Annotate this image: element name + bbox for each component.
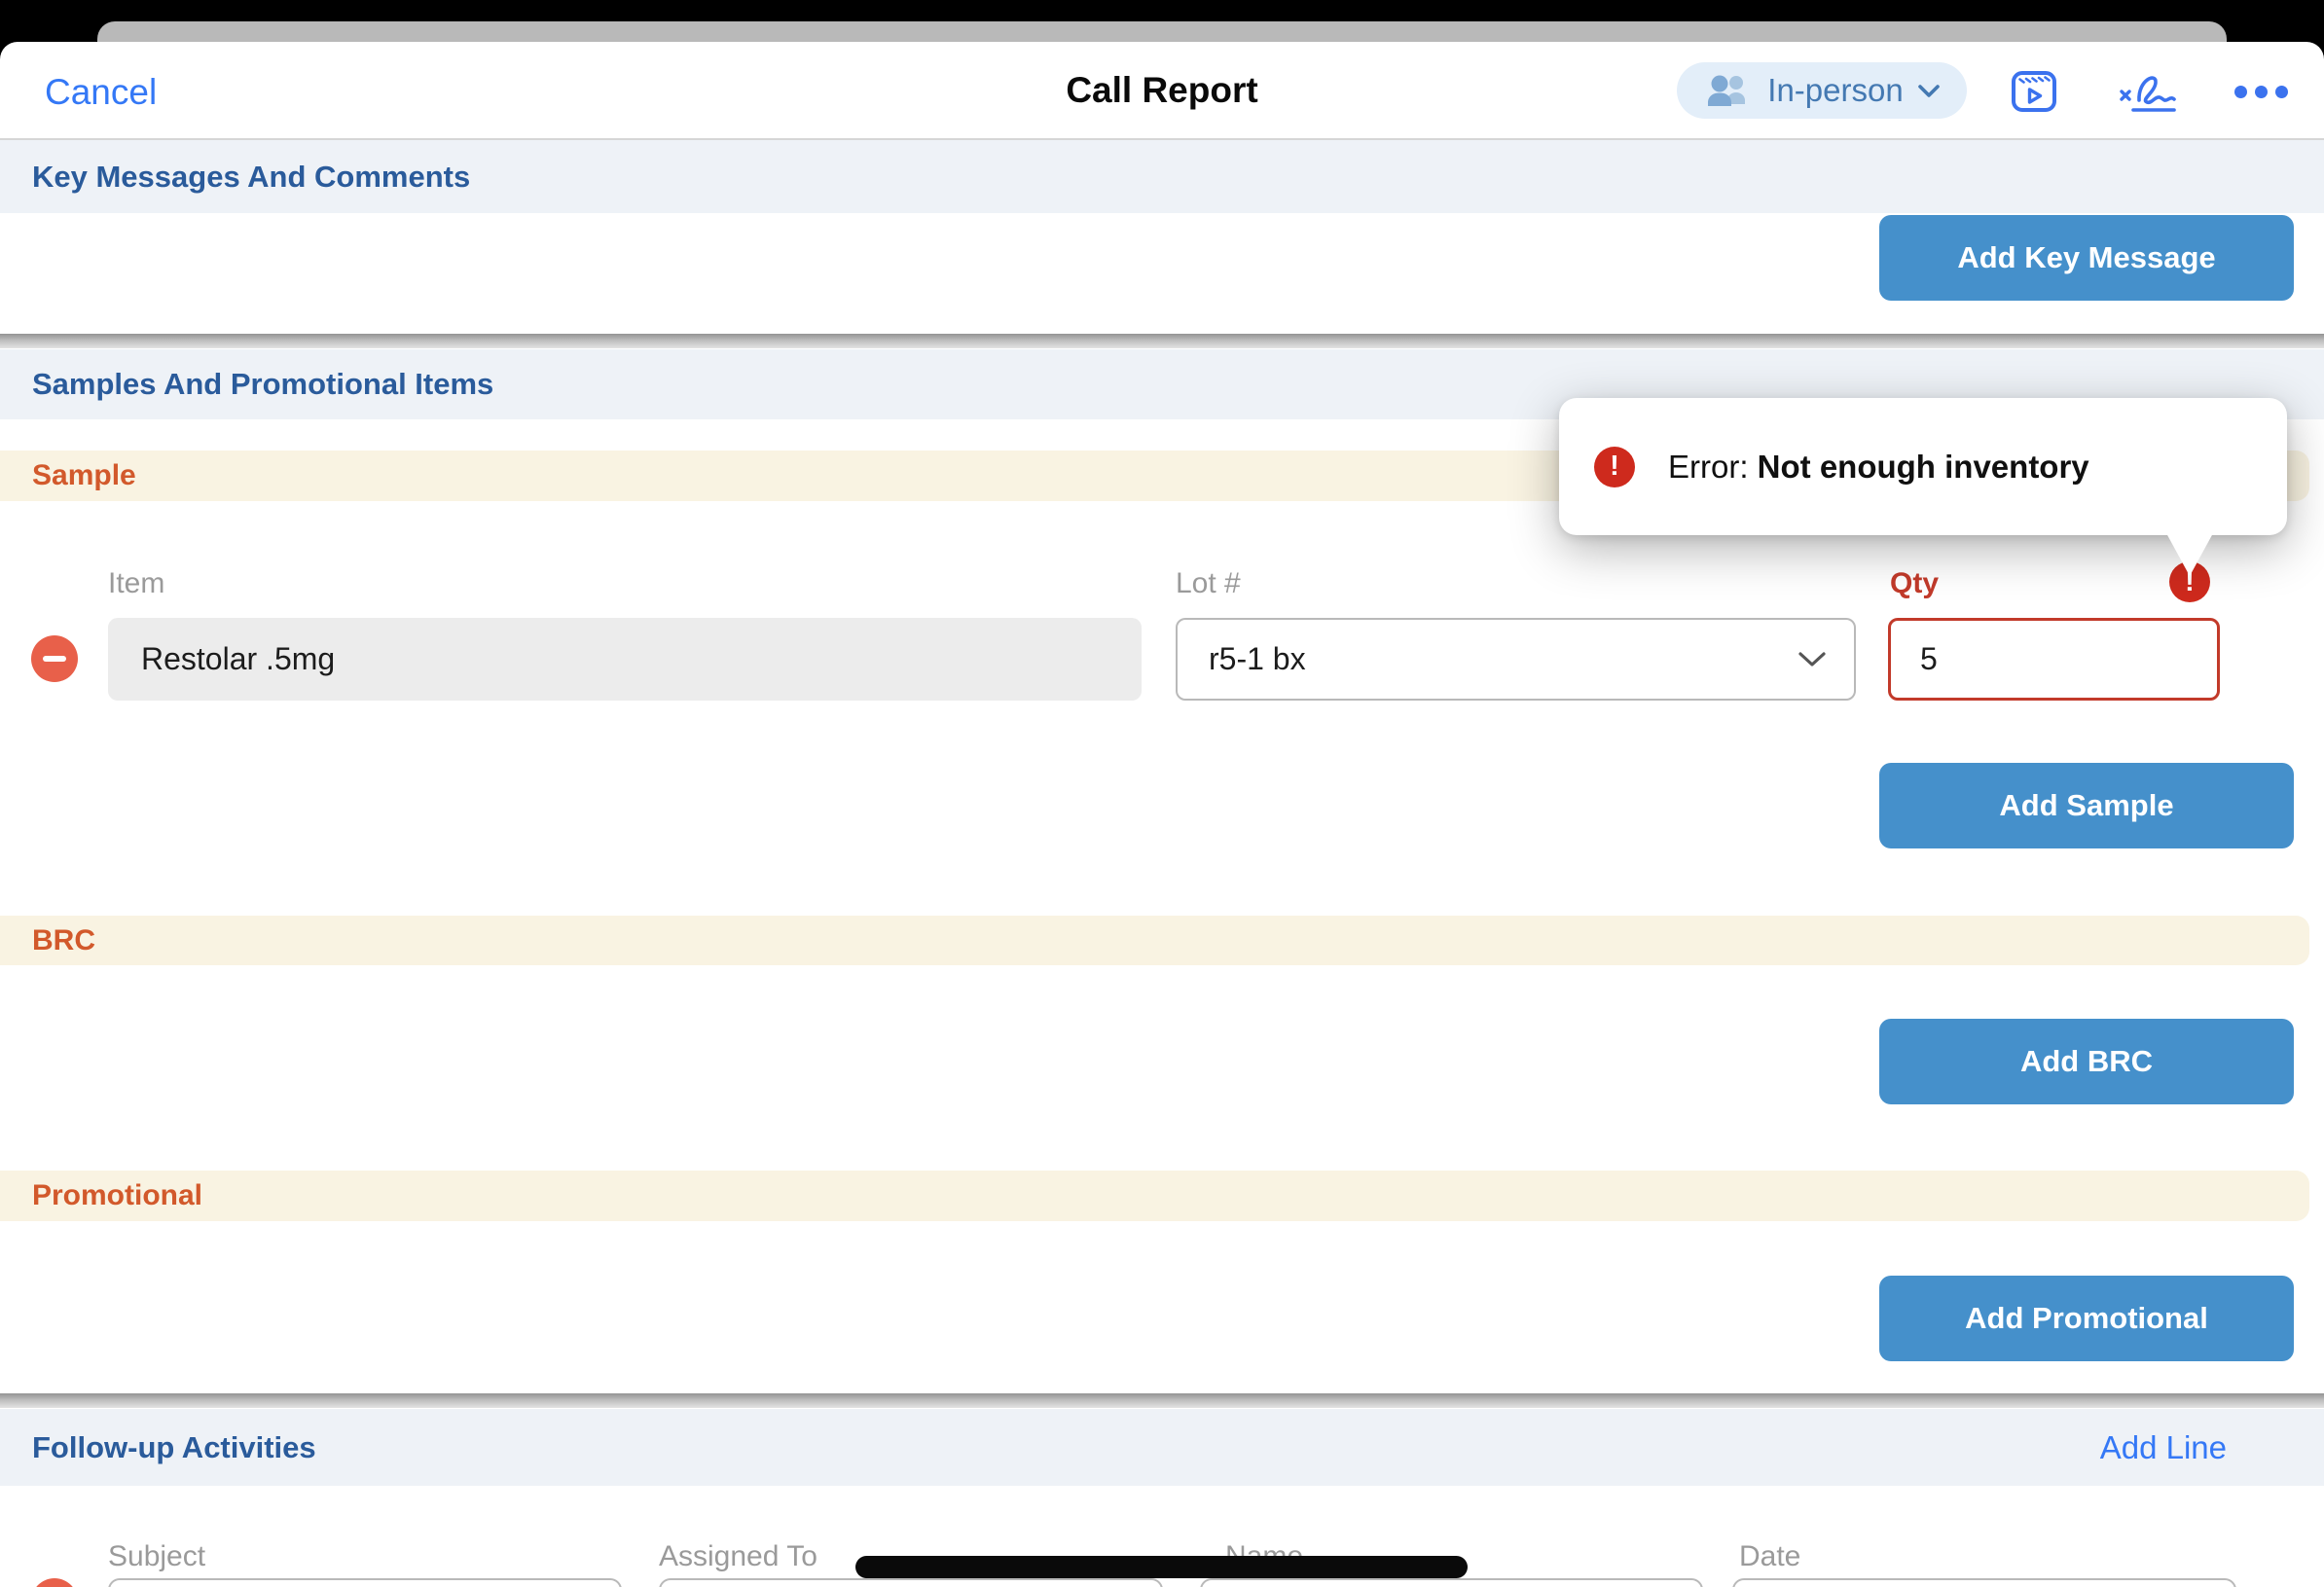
error-tooltip: ! Error: Not enough inventory bbox=[1559, 398, 2287, 535]
section-header-followup: Follow-up Activities Add Line bbox=[0, 1409, 2324, 1486]
subsection-promotional: Promotional bbox=[0, 1171, 2309, 1221]
date-label: Date bbox=[1739, 1540, 1800, 1573]
ellipsis-icon bbox=[2234, 86, 2247, 98]
lot-value: r5-1 bx bbox=[1209, 641, 1306, 677]
section-divider bbox=[0, 1393, 2324, 1408]
add-promotional-button[interactable]: Add Promotional bbox=[1879, 1276, 2294, 1361]
call-report-screen: Cancel Call Report In-person bbox=[0, 0, 2324, 1587]
subsection-brc: BRC bbox=[0, 916, 2309, 965]
date-input[interactable] bbox=[1732, 1578, 2236, 1587]
call-type-label: In-person bbox=[1767, 72, 1903, 109]
people-icon bbox=[1703, 72, 1754, 109]
error-tooltip-text: Error: Not enough inventory bbox=[1668, 449, 2089, 486]
section-title: Follow-up Activities bbox=[32, 1430, 316, 1465]
chevron-down-icon bbox=[1917, 84, 1941, 98]
redaction-bar bbox=[855, 1556, 1468, 1578]
call-type-dropdown[interactable]: In-person bbox=[1677, 62, 1967, 119]
more-options-button[interactable] bbox=[2231, 82, 2291, 101]
section-divider bbox=[0, 334, 2324, 348]
name-input[interactable] bbox=[1200, 1578, 1703, 1587]
section-title: Samples And Promotional Items bbox=[32, 367, 493, 402]
subject-label: Subject bbox=[108, 1540, 205, 1573]
lot-label: Lot # bbox=[1176, 567, 1241, 600]
subsection-label: Sample bbox=[32, 459, 136, 492]
subsection-label: Promotional bbox=[32, 1179, 202, 1212]
qty-input[interactable] bbox=[1888, 618, 2220, 701]
item-label: Item bbox=[108, 567, 164, 600]
page-title: Call Report bbox=[0, 70, 2324, 111]
section-header-key-messages: Key Messages And Comments bbox=[0, 140, 2324, 213]
subject-input[interactable] bbox=[108, 1578, 622, 1587]
section-title: Key Messages And Comments bbox=[32, 160, 470, 195]
add-brc-button[interactable]: Add BRC bbox=[1879, 1019, 2294, 1104]
signature-icon bbox=[2114, 68, 2180, 119]
remove-sample-row-button[interactable] bbox=[31, 635, 78, 682]
add-key-message-button[interactable]: Add Key Message bbox=[1879, 215, 2294, 301]
subsection-label: BRC bbox=[32, 924, 95, 957]
add-sample-button[interactable]: Add Sample bbox=[1879, 763, 2294, 848]
error-tooltip-tail bbox=[2166, 533, 2213, 576]
assigned-to-label: Assigned To bbox=[659, 1540, 817, 1573]
signature-button[interactable] bbox=[2114, 68, 2180, 119]
qty-label: Qty bbox=[1890, 567, 1939, 600]
error-icon: ! bbox=[1594, 447, 1635, 487]
media-player-icon bbox=[2007, 64, 2061, 119]
lot-select[interactable]: r5-1 bx bbox=[1176, 618, 1856, 701]
dropdown-chevron-icon bbox=[1797, 651, 1827, 667]
add-line-link[interactable]: Add Line bbox=[2100, 1429, 2227, 1466]
item-field[interactable] bbox=[108, 618, 1142, 701]
media-player-button[interactable] bbox=[2007, 64, 2061, 119]
assigned-to-input[interactable] bbox=[659, 1578, 1163, 1587]
